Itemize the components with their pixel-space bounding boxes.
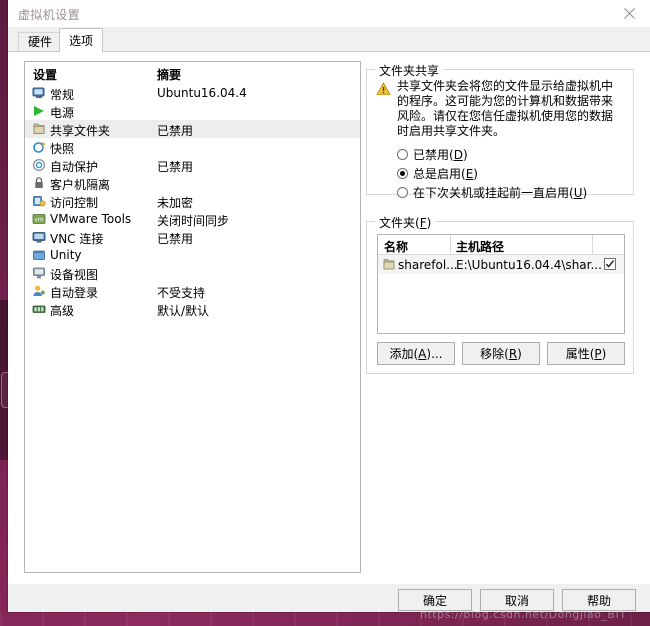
folder-icon [32, 122, 46, 136]
shield-circle-icon [32, 158, 46, 172]
radio-label: 总是启用(E) [413, 167, 478, 181]
settings-row-label: 设备视图 [50, 268, 99, 282]
settings-row-summary: 已禁用 [157, 232, 194, 246]
settings-row-label: VNC 连接 [50, 232, 104, 246]
monitor-icon [32, 86, 46, 100]
play-icon [32, 104, 46, 118]
folder-sharing-warning-text: 共享文件夹会将您的文件显示给虚拟机中的程序。这可能为您的计算机和数据带来风险。请… [397, 79, 614, 138]
settings-row-general[interactable]: 常规 Ubuntu16.04.4 [25, 84, 360, 102]
settings-row-unity[interactable]: Unity [25, 246, 360, 264]
key-icon [32, 194, 46, 208]
table-row[interactable]: sharefol... E:\Ubuntu16.04.4\shar... [378, 255, 624, 274]
dialog-footer: 确定 取消 帮助 [8, 584, 650, 612]
settings-row-summary: 不受支持 [157, 286, 206, 300]
settings-row-label: 快照 [50, 142, 75, 156]
column-header-setting: 设置 [33, 68, 58, 82]
radio-mark [397, 168, 408, 179]
settings-row-label: 高级 [50, 304, 75, 318]
settings-row-shared-folders[interactable]: 共享文件夹 已禁用 [25, 120, 360, 138]
tab-strip: 硬件 选项 [8, 27, 650, 52]
remove-folder-button[interactable]: 移除(R) [462, 342, 540, 365]
settings-row-summary: Ubuntu16.04.4 [157, 86, 247, 100]
lock-icon [32, 176, 46, 190]
radio-label: 已禁用(D) [413, 148, 468, 162]
column-divider [592, 235, 593, 254]
radio-label: 在下次关机或挂起前一直启用(U) [413, 186, 588, 200]
folders-group: 文件夹(F) 名称 主机路径 sharefol... E:\Ubuntu16.0… [366, 214, 634, 374]
settings-row-label: 自动登录 [50, 286, 99, 300]
settings-row-device-view[interactable]: 设备视图 [25, 264, 360, 282]
folders-table-header: 名称 主机路径 [378, 235, 624, 255]
settings-row-access-control[interactable]: 访问控制 未加密 [25, 192, 360, 210]
settings-row-snapshot[interactable]: 快照 [25, 138, 360, 156]
folder-sharing-group-title: 文件夹共享 [375, 62, 444, 79]
settings-row-vmware-tools[interactable]: vm VMware Tools 关闭时间同步 [25, 210, 360, 228]
title-bar: 虚拟机设置 [8, 0, 650, 28]
settings-row-advanced[interactable]: 高级 默认/默认 [25, 300, 360, 318]
folder-name: sharefol... [398, 258, 458, 272]
radio-enabled-until-shutdown[interactable]: 在下次关机或挂起前一直启用(U) [397, 184, 587, 201]
settings-row-autoprotect[interactable]: 自动保护 已禁用 [25, 156, 360, 174]
tab-hardware[interactable]: 硬件 [18, 32, 63, 51]
camera-icon [32, 140, 46, 154]
advanced-icon [32, 302, 46, 316]
settings-row-label: 常规 [50, 88, 75, 102]
column-header-host-path: 主机路径 [456, 240, 505, 254]
display-icon [32, 230, 46, 244]
desktop-stripe-pattern [0, 612, 650, 626]
user-icon [32, 284, 46, 298]
vmware-tools-icon: vm [32, 212, 46, 226]
window-icon [32, 248, 46, 262]
settings-list-header: 设置 摘要 [25, 62, 360, 84]
device-view-icon [32, 266, 46, 280]
window-title: 虚拟机设置 [18, 8, 81, 22]
folder-sharing-group: 文件夹共享 共享文件夹会将您的文件显示给虚拟机中的程序。这可能为您的计算机和数据… [366, 62, 634, 200]
help-button[interactable]: 帮助 [562, 589, 636, 611]
settings-row-label: 自动保护 [50, 160, 99, 174]
settings-row-autologon[interactable]: 自动登录 不受支持 [25, 282, 360, 300]
settings-row-summary: 已禁用 [157, 124, 194, 138]
folder-properties-button[interactable]: 属性(P) [547, 342, 625, 365]
settings-row-label: 客户机隔离 [50, 178, 111, 192]
column-header-summary: 摘要 [157, 68, 182, 82]
ok-button[interactable]: 确定 [398, 589, 472, 611]
settings-row-summary: 关闭时间同步 [157, 214, 230, 228]
warning-triangle-icon [376, 82, 391, 96]
settings-row-label: 共享文件夹 [50, 124, 111, 138]
settings-row-label: VMware Tools [50, 212, 132, 226]
settings-row-summary: 已禁用 [157, 160, 194, 174]
column-divider [450, 235, 451, 254]
options-right-column: 文件夹共享 共享文件夹会将您的文件显示给虚拟机中的程序。这可能为您的计算机和数据… [366, 61, 634, 374]
options-tab-panel: 设置 摘要 常规 Ubuntu16.04.4 电源 共享文件夹 已禁用 快照 自… [8, 51, 650, 585]
radio-always-enabled[interactable]: 总是启用(E) [397, 165, 478, 182]
radio-mark [397, 187, 408, 198]
settings-row-vnc-connection[interactable]: VNC 连接 已禁用 [25, 228, 360, 246]
cancel-button[interactable]: 取消 [480, 589, 554, 611]
tab-options[interactable]: 选项 [59, 28, 104, 52]
settings-row-power[interactable]: 电源 [25, 102, 360, 120]
close-icon[interactable] [608, 0, 650, 27]
folders-group-title: 文件夹(F) [375, 214, 436, 231]
settings-row-label: 访问控制 [50, 196, 99, 210]
folder-host-path: E:\Ubuntu16.04.4\shar... [456, 258, 602, 272]
folder-enabled-checkbox[interactable] [604, 258, 616, 270]
virtual-machine-settings-dialog: 虚拟机设置 硬件 选项 设置 摘要 常规 Ubuntu16.04.4 电源 共享… [8, 0, 650, 612]
radio-disabled[interactable]: 已禁用(D) [397, 146, 468, 163]
settings-row-summary: 未加密 [157, 196, 194, 210]
folders-table[interactable]: 名称 主机路径 sharefol... E:\Ubuntu16.04.4\sha… [377, 234, 625, 334]
folder-icon [383, 258, 395, 271]
settings-list[interactable]: 设置 摘要 常规 Ubuntu16.04.4 电源 共享文件夹 已禁用 快照 自… [24, 61, 361, 573]
settings-row-guest-isolation[interactable]: 客户机隔离 [25, 174, 360, 192]
radio-mark [397, 149, 408, 160]
column-header-name: 名称 [384, 240, 409, 254]
settings-row-label: 电源 [50, 106, 75, 120]
add-folder-button[interactable]: 添加(A)... [377, 342, 455, 365]
settings-row-summary: 默认/默认 [157, 304, 210, 318]
settings-row-label: Unity [50, 248, 82, 262]
svg-text:vm: vm [34, 216, 44, 223]
